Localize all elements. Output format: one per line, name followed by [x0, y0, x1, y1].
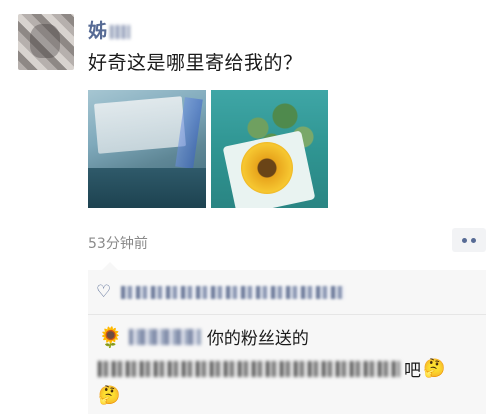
package-label	[93, 96, 187, 154]
dot	[462, 237, 467, 243]
comment-section: ♡ 🌻 你的粉丝送的 吧 🤔 🤔	[88, 262, 486, 414]
likers-redacted	[121, 286, 346, 299]
comment-text-redacted	[98, 360, 400, 377]
commenter-redacted	[128, 328, 201, 345]
author-name[interactable]: 姊	[88, 16, 131, 43]
sunflower-flower	[241, 142, 293, 194]
likes-divider	[88, 314, 486, 315]
heart-outline-icon: ♡	[96, 282, 112, 302]
post-photo-bouquet[interactable]	[211, 90, 328, 208]
more-dots-icon[interactable]	[452, 228, 486, 252]
comment-line-1[interactable]: 🌻 你的粉丝送的	[98, 324, 309, 350]
post-timestamp: 53分钟前	[88, 236, 148, 252]
comment-line-2: 吧 🤔	[98, 356, 445, 381]
author-name-redacted	[110, 24, 131, 39]
dot	[471, 237, 476, 243]
likes-row: ♡	[96, 282, 346, 302]
author-name-text[interactable]: 姊	[88, 20, 108, 42]
comment-text: 你的粉丝送的	[206, 329, 309, 349]
thinking-face-emoji: 🤔	[98, 385, 121, 406]
post-photo-package[interactable]	[88, 90, 206, 208]
author-avatar[interactable]	[18, 14, 74, 70]
thinking-face-emoji: 🤔	[423, 357, 446, 379]
comment-line-3: 🤔	[98, 385, 120, 406]
package-bag	[88, 168, 206, 208]
comment-tail: 吧	[404, 361, 421, 381]
sunflower-emoji: 🌻	[98, 324, 123, 349]
post-text: 好奇这是哪里寄给我的？	[88, 52, 303, 74]
